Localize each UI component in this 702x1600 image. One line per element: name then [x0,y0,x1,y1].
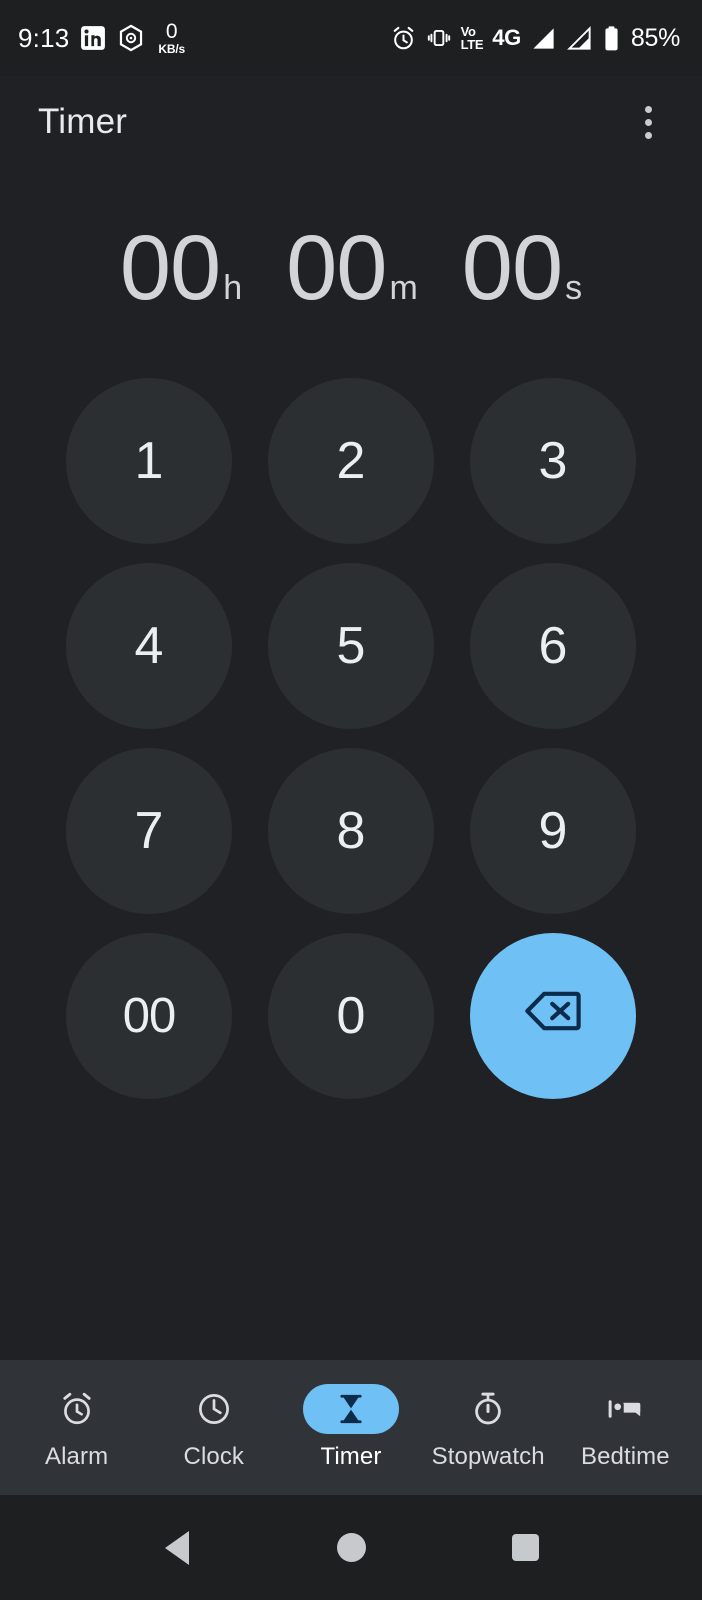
key-2[interactable]: 2 [268,377,434,544]
status-bar-clock: 9:13 [18,22,70,53]
status-bar-left: 9:13 0 KB/s [18,21,185,55]
back-button[interactable] [142,1513,212,1583]
nav-label-bedtime: Bedtime [580,1443,670,1470]
nav-item-stopwatch[interactable]: Stopwatch [422,1384,554,1471]
overflow-dot [644,131,652,139]
seconds-value: 00 [461,217,563,319]
minutes-group: 00 m [286,222,418,314]
network-speed-indicator: 0 KB/s [158,21,185,55]
vibrate-icon [426,25,452,51]
nav-pill-timer [302,1384,399,1434]
key-7[interactable]: 7 [66,747,232,914]
hours-value: 00 [119,217,221,319]
key-1[interactable]: 1 [66,377,232,544]
key-00[interactable]: 00 [66,932,232,1099]
seconds-unit: s [565,269,583,307]
key-6[interactable]: 6 [470,562,636,729]
back-triangle-icon [165,1530,189,1565]
overflow-menu-icon[interactable] [620,94,676,150]
network-speed-value: 0 [165,20,178,43]
key-backspace[interactable] [470,932,636,1099]
nav-label-alarm: Alarm [45,1443,109,1470]
alarm-icon [390,25,417,52]
backspace-icon [523,986,583,1046]
nav-label-timer: Timer [320,1443,382,1470]
minutes-value: 00 [286,217,387,319]
key-0[interactable]: 0 [268,932,434,1099]
home-circle-icon [336,1533,366,1562]
key-9[interactable]: 9 [470,747,636,914]
signal-full-icon [530,25,557,52]
bed-icon [608,1400,641,1418]
overflow-dot [644,118,652,126]
android-navigation-bar [0,1495,702,1600]
network-type-label: 4G [492,25,521,50]
nav-item-clock[interactable]: Clock [148,1384,280,1471]
hourglass-icon [340,1394,362,1424]
signal-partial-icon [566,25,593,52]
stopwatch-icon [475,1392,501,1425]
hours-group: 00 h [120,222,242,314]
recents-square-icon [511,1534,539,1561]
seconds-group: 00 s [462,222,582,314]
nav-pill-clock [166,1384,262,1434]
volte-icon: Vo LTE [461,25,484,51]
nav-item-alarm[interactable]: Alarm [11,1384,143,1471]
numeric-keypad: 1 2 3 4 5 6 7 8 9 00 0 [0,368,702,1108]
key-4[interactable]: 4 [66,562,232,729]
hours-unit: h [223,269,243,307]
key-5[interactable]: 5 [268,562,434,729]
nav-item-timer[interactable]: Timer [285,1384,417,1471]
nav-pill-stopwatch [440,1384,536,1434]
linkedin-icon [80,25,106,51]
clock-icon [198,1394,229,1424]
nav-label-clock: Clock [183,1443,245,1470]
battery-icon [602,25,621,52]
status-bar: 9:13 0 KB/s Vo LTE 4G 85% [0,0,702,76]
key-3[interactable]: 3 [470,377,636,544]
minutes-unit: m [389,269,418,307]
hexagon-app-icon [117,24,145,52]
bottom-navigation-bar: Alarm Clock Timer Stopwatch Bedtime [0,1360,702,1495]
alarm-clock-icon [62,1392,91,1425]
phone-screen: 9:13 0 KB/s Vo LTE 4G 85% Timer 00 h 00 … [0,0,702,1600]
overflow-dot [644,105,652,113]
nav-label-stopwatch: Stopwatch [431,1443,545,1470]
nav-pill-alarm [29,1384,125,1434]
nav-pill-bedtime [577,1384,673,1434]
app-bar: Timer [0,76,702,168]
status-bar-right: Vo LTE 4G 85% [390,24,680,53]
key-8[interactable]: 8 [268,747,434,914]
nav-item-bedtime[interactable]: Bedtime [559,1384,691,1471]
battery-percent: 85% [630,23,680,52]
page-title: Timer [38,102,128,141]
network-speed-unit: KB/s [158,42,185,56]
recents-button[interactable] [490,1513,560,1583]
timer-duration-display[interactable]: 00 h 00 m 00 s [0,168,702,368]
volte-line-2: LTE [460,37,484,52]
home-button[interactable] [316,1513,386,1583]
